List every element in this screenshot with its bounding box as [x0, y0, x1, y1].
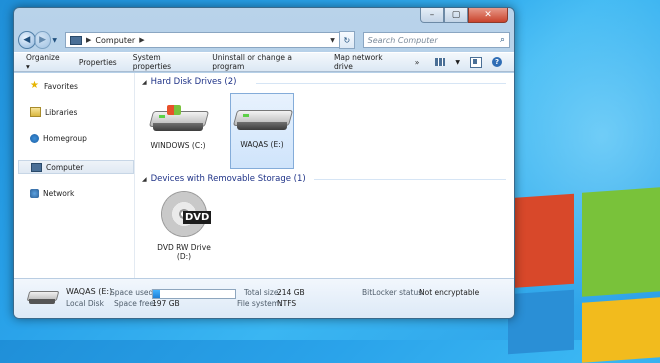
- sidebar-item-label: Libraries: [45, 107, 78, 117]
- sidebar-item-homegroup[interactable]: Homegroup: [30, 131, 87, 145]
- dvd-badge: DVD: [183, 211, 212, 224]
- breadcrumb-computer[interactable]: Computer: [95, 36, 135, 45]
- drive-label-line2: (D:): [176, 252, 192, 261]
- group-title: Devices with Removable Storage (1): [150, 174, 306, 184]
- group-header-removable-storage[interactable]: ◢ Devices with Removable Storage (1): [142, 173, 306, 185]
- drive-waqas-e[interactable]: WAQAS (E:): [230, 93, 294, 169]
- caption-buttons: – ▢ ✕: [420, 8, 508, 23]
- space-used-label: Space used:: [110, 288, 156, 297]
- computer-icon: [70, 35, 83, 45]
- map-network-drive-button[interactable]: Map network drive: [334, 53, 399, 71]
- hard-drive-icon: [26, 291, 60, 307]
- library-icon: [30, 107, 41, 117]
- command-bar: Organize ▾ Properties System properties …: [14, 52, 514, 72]
- system-properties-button[interactable]: System properties: [133, 53, 197, 71]
- help-icon[interactable]: ?: [492, 57, 503, 67]
- space-free-label: Space free:: [114, 299, 157, 308]
- selected-drive-name: WAQAS (E:): [66, 287, 113, 296]
- hard-drive-icon: [148, 105, 210, 135]
- drive-dvd-rw-d[interactable]: DVD DVD RW Drive (D:): [152, 189, 216, 273]
- dvd-drive-icon: DVD: [161, 191, 212, 237]
- navigation-pane: ★ Favorites Libraries Homegroup Computer…: [14, 73, 135, 278]
- file-list: ◢ Hard Disk Drives (2) WINDOWS (C:) WAQA…: [136, 73, 514, 278]
- close-button[interactable]: ✕: [468, 8, 508, 23]
- chevron-right-icon[interactable]: ▶: [86, 36, 91, 44]
- navigation-bar: ◀ ▶ ▼ ▶ Computer ▶ ▼ ↻ Search Computer ⌕: [18, 30, 511, 50]
- drive-label-line1: DVD RW Drive: [157, 243, 211, 252]
- drive-label: WAQAS (E:): [240, 140, 284, 149]
- desktop-tile-green: [582, 187, 660, 297]
- sidebar-item-libraries[interactable]: Libraries: [30, 105, 77, 119]
- details-pane: WAQAS (E:) Local Disk Space used: Space …: [14, 278, 514, 318]
- windows-logo-icon: [167, 105, 181, 115]
- organize-menu[interactable]: Organize ▾: [26, 53, 63, 71]
- space-used-bar: [152, 289, 236, 299]
- sidebar-item-label: Homegroup: [43, 133, 87, 143]
- preview-pane-icon[interactable]: [470, 56, 483, 68]
- properties-button[interactable]: Properties: [79, 58, 117, 67]
- bitlocker-status-value: Not encryptable: [419, 288, 480, 297]
- space-free-value: 197 GB: [152, 299, 180, 308]
- homegroup-icon: [30, 133, 39, 143]
- address-bar[interactable]: ▶ Computer ▶ ▼: [65, 32, 340, 48]
- change-view-icon[interactable]: [435, 58, 446, 66]
- group-divider: [314, 179, 506, 180]
- sidebar-item-label: Computer: [46, 162, 84, 172]
- address-dropdown-icon[interactable]: ▼: [330, 37, 335, 44]
- sidebar-item-label: Network: [43, 188, 75, 198]
- bitlocker-status-label: BitLocker status:: [362, 288, 425, 297]
- computer-icon: [31, 162, 42, 172]
- desktop-tile-red: [508, 193, 574, 289]
- search-input[interactable]: Search Computer ⌕: [362, 32, 511, 48]
- group-divider: [256, 83, 506, 84]
- desktop-tile-blue: [508, 289, 574, 355]
- search-placeholder: Search Computer: [367, 35, 438, 45]
- drive-label: DVD RW Drive (D:): [157, 243, 211, 261]
- more-commands-button[interactable]: »: [415, 58, 420, 67]
- collapse-triangle-icon[interactable]: ◢: [142, 176, 147, 183]
- uninstall-program-button[interactable]: Uninstall or change a program: [212, 53, 318, 71]
- desktop-tile-yellow: [582, 297, 660, 363]
- file-system-label: File system:: [237, 299, 282, 308]
- search-icon[interactable]: ⌕: [500, 35, 505, 45]
- forward-button[interactable]: ▶: [33, 31, 52, 49]
- view-dropdown-icon[interactable]: ▼: [455, 59, 460, 66]
- minimize-button[interactable]: –: [420, 8, 444, 23]
- total-size-value: 214 GB: [277, 288, 305, 297]
- maximize-button[interactable]: ▢: [444, 8, 468, 23]
- collapse-triangle-icon[interactable]: ◢: [142, 79, 147, 86]
- star-icon: ★: [30, 80, 39, 91]
- chevron-right-icon[interactable]: ▶: [139, 36, 144, 44]
- drive-windows-c[interactable]: WINDOWS (C:): [146, 95, 210, 165]
- space-used-fill: [153, 290, 160, 298]
- refresh-button[interactable]: ↻: [338, 31, 355, 49]
- network-icon: [30, 188, 39, 198]
- sidebar-item-label: Favorites: [44, 81, 78, 91]
- total-size-label: Total size:: [244, 288, 281, 297]
- recent-pages-dropdown[interactable]: ▼: [52, 37, 57, 44]
- group-title: Hard Disk Drives (2): [150, 77, 237, 87]
- hard-drive-icon: [232, 104, 294, 134]
- drive-label: WINDOWS (C:): [150, 141, 206, 150]
- explorer-window: – ▢ ✕ ◀ ▶ ▼ ▶ Computer ▶ ▼ ↻ Search Comp…: [13, 7, 515, 319]
- sidebar-item-favorites[interactable]: ★ Favorites: [30, 79, 78, 93]
- selected-drive-type: Local Disk: [66, 299, 104, 308]
- content-area: ★ Favorites Libraries Homegroup Computer…: [14, 73, 514, 278]
- file-system-value: NTFS: [277, 299, 297, 308]
- sidebar-item-network[interactable]: Network: [30, 186, 74, 200]
- sidebar-item-computer[interactable]: Computer: [18, 160, 134, 174]
- group-header-hard-disk-drives[interactable]: ◢ Hard Disk Drives (2): [142, 76, 236, 88]
